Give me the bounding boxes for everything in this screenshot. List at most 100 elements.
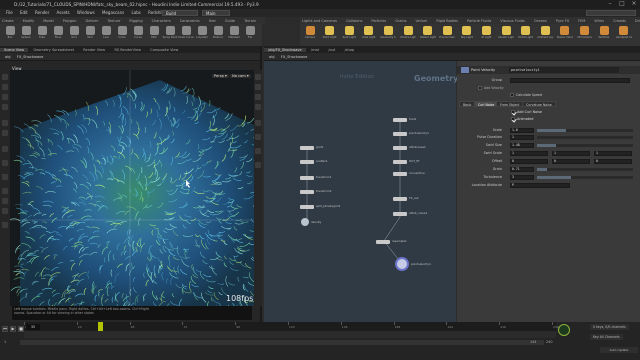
frame-range-bar[interactable] [20,340,544,345]
shelf-tab[interactable]: Lights and Cameras [300,19,339,23]
menu-megascans[interactable]: Megascans [102,10,124,15]
shelf-tab[interactable]: Modify [21,19,37,23]
shading-icon[interactable] [255,94,261,100]
desktop-select[interactable]: Build [162,10,198,16]
shelf-tab[interactable]: Model [41,19,56,23]
key-all-channels[interactable]: Key All Channels [590,334,623,340]
menu-file[interactable]: File [6,10,13,15]
param-value-field[interactable]: 0 [510,158,548,164]
node-trail1[interactable] [393,118,407,122]
calculate-speed-checkbox[interactable] [510,93,514,97]
grid-icon[interactable] [255,120,261,126]
timeline-ruler[interactable]: 124487296120144168192216240 [24,322,559,331]
secure-selection-icon[interactable] [2,222,8,228]
shelf-tab[interactable]: Oceans [532,19,549,23]
shelf-tool[interactable]: Grid [66,26,82,45]
node-attrnoise[interactable] [393,146,407,150]
wireframe-icon[interactable] [255,104,261,110]
tab-from-object[interactable]: From Object [496,101,524,107]
node-merge1[interactable] [376,240,390,244]
add-curl-noise-checkbox[interactable] [511,110,515,114]
node-name-field[interactable]: pointvelocity1 [509,67,619,73]
tab-scene-view[interactable]: Scene View [0,48,29,52]
shelf-tab[interactable]: Create [0,19,16,23]
selection-mode-icon[interactable] [2,174,8,180]
shelf-tool[interactable]: Null [82,26,98,45]
shelf-tool[interactable]: Tube [34,26,50,45]
param-slider[interactable] [537,167,633,171]
param-slider[interactable] [537,135,633,139]
shelf-tool[interactable]: Gamepad Camera [616,26,632,45]
tab-curvature-noise[interactable]: Curvature Noise [522,101,556,107]
shelf-tab[interactable]: Particles [369,19,388,23]
shelf-tab[interactable]: Collisions [344,19,364,23]
3d-viewport[interactable] [10,70,254,306]
shelf-tool[interactable]: Area Light [361,26,377,45]
animated-checkbox[interactable] [511,117,515,121]
path-obj[interactable]: obj [5,55,10,59]
handle-tool-icon[interactable] [2,120,8,126]
shelf-tool[interactable]: File [242,26,258,45]
minimize-icon[interactable]: – [604,0,616,9]
tab-out[interactable]: /out [324,48,339,52]
shelf-tab[interactable]: Characters [150,19,173,23]
shelf-tool[interactable]: Spray Paint [162,26,178,45]
play-icon[interactable]: ▶ [10,326,16,332]
range-end[interactable]: 144 [530,340,536,344]
shelf-tab[interactable]: Constraints [178,19,202,23]
param-value-field[interactable]: 1.6 [510,127,534,133]
tab-shop[interactable]: /shop [341,48,359,52]
menu-labs[interactable]: Labs [132,10,141,15]
shelf-tool[interactable]: Box [2,26,18,45]
display-options-icon[interactable] [255,74,261,80]
tab-rs-renderview[interactable]: RS RenderView [110,48,145,52]
param-value-field[interactable]: 1 [594,150,632,156]
param-value-field[interactable]: 0.71 [510,166,534,172]
node-transform2[interactable] [300,190,314,194]
shelf-tool[interactable]: Stereo Camera [557,26,573,45]
shelf-tool[interactable]: Metaball [226,26,242,45]
close-icon[interactable]: × [628,0,640,9]
shelf-tool[interactable]: Camera [302,26,318,45]
node-density[interactable] [301,218,309,226]
current-frame-field[interactable]: 35 [26,324,40,330]
shelf-tool[interactable]: Line [98,26,114,45]
shelf-tab[interactable]: Polygon [61,19,79,23]
tab-render-view[interactable]: Render View [79,48,109,52]
scale-tool-icon[interactable] [2,104,8,110]
shelf-tool[interactable]: GI Light [478,26,494,45]
shelf-tab[interactable]: Rigging [127,19,144,23]
group-field[interactable] [510,77,630,83]
param-value-field[interactable]: 3 [510,174,534,180]
snap-tool-icon[interactable] [2,160,8,166]
shelf-tab[interactable]: Drive Simulation [633,19,640,23]
frame-icon[interactable] [255,162,261,168]
network-editor[interactable] [264,61,456,322]
shelf-tool[interactable]: Sphere [18,26,34,45]
camera-menu[interactable]: No cam ▾ [230,74,251,78]
shelf-tool[interactable]: Environment Light [439,26,455,45]
node-grid1[interactable] [300,146,314,150]
shelf-tab[interactable]: Rigid Bodies [434,19,460,23]
range-start[interactable]: 1 [4,340,6,344]
shelf-tab[interactable]: Texture [106,19,123,23]
param-value-field[interactable]: 0 [594,158,632,164]
shelf-tool[interactable]: Draw Curve [178,26,194,45]
edges-mode-icon[interactable] [2,198,8,204]
camera-icon[interactable] [255,134,261,140]
view-tool-icon[interactable] [2,130,8,136]
select-tool-icon[interactable] [2,74,8,80]
shelf-tool[interactable]: L-System [194,26,210,45]
shelf-tool[interactable]: Curve [130,26,146,45]
tab-geometry-spreadsheet[interactable]: Geometry Spreadsheet [29,48,78,52]
rpath-obj[interactable]: obj [269,55,274,59]
shelf-tab[interactable]: Wires [592,19,606,23]
node-display-output[interactable] [395,257,409,271]
node-convert[interactable] [393,172,407,176]
shelf-tool[interactable]: Caustic Light [498,26,514,45]
node-attrib[interactable] [393,212,407,216]
playhead-marker[interactable] [97,322,103,331]
prims-mode-icon[interactable] [2,208,8,214]
shelf-tool[interactable]: Point Light [322,26,338,45]
range-end-global[interactable]: 240 [546,340,552,344]
